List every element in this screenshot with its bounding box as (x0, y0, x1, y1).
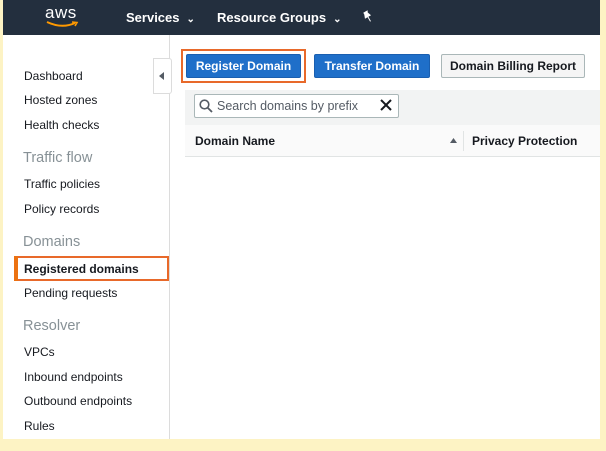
sidebar-section-traffic-flow: Traffic flow (23, 150, 93, 166)
sort-ascending-icon[interactable] (450, 138, 457, 143)
clear-icon[interactable] (379, 98, 393, 112)
sidebar-item-rules[interactable]: Rules (24, 419, 55, 433)
sidebar-item-outbound-endpoints[interactable]: Outbound endpoints (24, 394, 132, 408)
app-frame: aws Services ⌄ Resource Groups ⌄ Dashboard… (3, 0, 600, 439)
transfer-domain-button[interactable]: Transfer Domain (314, 54, 430, 78)
chevron-down-icon: ⌄ (186, 14, 195, 25)
sidebar-item-health-checks[interactable]: Health checks (24, 118, 99, 132)
chevron-down-icon: ⌄ (333, 14, 342, 25)
sidebar-item-traffic-policies[interactable]: Traffic policies (24, 177, 100, 191)
register-domain-button[interactable]: Register Domain (186, 54, 301, 78)
resource-groups-label: Resource Groups (217, 10, 327, 25)
search-icon (199, 99, 213, 113)
domain-billing-report-button[interactable]: Domain Billing Report (441, 54, 585, 78)
sidebar-section-resolver: Resolver (23, 318, 81, 334)
logo-text: aws (45, 3, 77, 22)
aws-smile-icon (46, 21, 79, 27)
sidebar-item-dashboard[interactable]: Dashboard (24, 69, 83, 83)
sidebar: Dashboard Hosted zones Health checks Tra… (3, 35, 170, 439)
table-header: Domain Name Privacy Protection (185, 125, 600, 157)
top-navigation-bar: aws Services ⌄ Resource Groups ⌄ (3, 0, 600, 35)
table-toolbar (185, 90, 600, 125)
sidebar-item-policy-records[interactable]: Policy records (24, 202, 99, 216)
pin-icon[interactable] (361, 10, 375, 24)
services-label: Services (126, 10, 180, 25)
search-box (194, 94, 399, 118)
column-header-privacy-protection[interactable]: Privacy Protection (472, 134, 577, 148)
sidebar-item-label: Registered domains (24, 262, 139, 276)
sidebar-section-domains: Domains (23, 234, 81, 250)
aws-logo[interactable]: aws (45, 3, 85, 31)
active-indicator (14, 256, 18, 281)
sidebar-collapse-toggle[interactable] (153, 58, 172, 94)
sidebar-item-hosted-zones[interactable]: Hosted zones (24, 93, 97, 107)
sidebar-item-inbound-endpoints[interactable]: Inbound endpoints (24, 370, 123, 384)
sidebar-item-vpcs[interactable]: VPCs (24, 345, 55, 359)
column-header-domain-name[interactable]: Domain Name (195, 134, 275, 148)
services-menu[interactable]: Services ⌄ (126, 10, 195, 25)
sidebar-item-registered-domains[interactable]: Registered domains (14, 256, 169, 281)
column-divider (463, 131, 464, 151)
sidebar-item-pending-requests[interactable]: Pending requests (24, 286, 117, 300)
resource-groups-menu[interactable]: Resource Groups ⌄ (217, 10, 341, 25)
search-input[interactable] (217, 97, 367, 115)
collapse-arrow-icon (159, 72, 164, 80)
